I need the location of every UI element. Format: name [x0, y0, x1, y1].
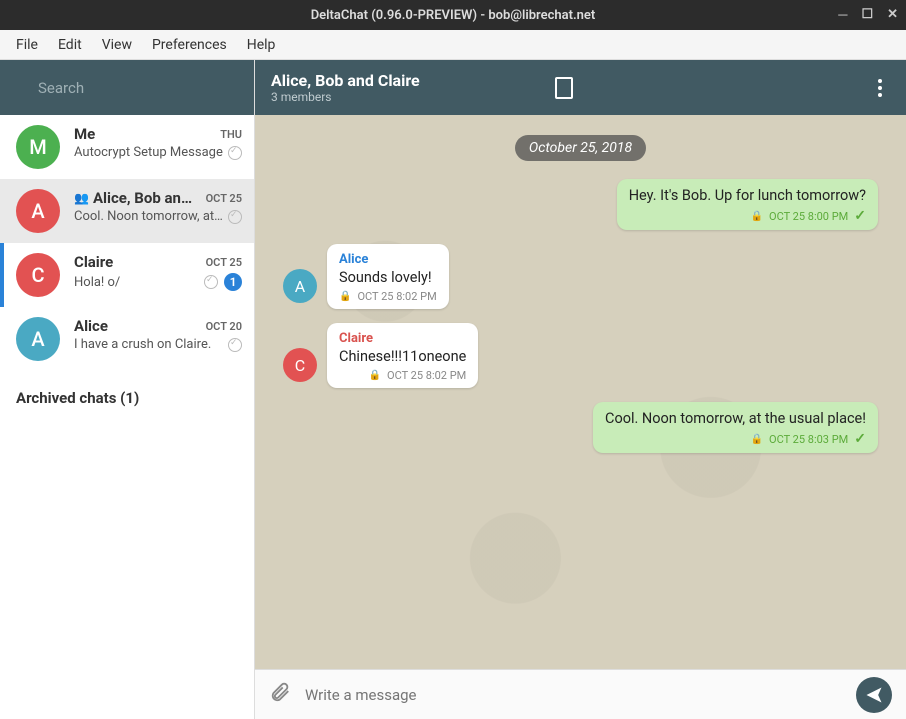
avatar: A — [16, 189, 60, 233]
message-bubble[interactable]: Hey. It's Bob. Up for lunch tomorrow? 🔒O… — [617, 179, 878, 230]
lock-icon: 🔒 — [369, 370, 381, 381]
window-controls: ─ ☐ ✕ — [838, 7, 898, 23]
group-icon: 👥 — [74, 191, 89, 205]
chat-item-me[interactable]: M Me THU Autocrypt Setup Message — [0, 115, 254, 179]
lock-icon: 🔒 — [339, 291, 351, 302]
chat-date: OCT 25 — [206, 192, 242, 205]
search-row — [0, 60, 254, 115]
chat-title: Alice, Bob and Claire — [271, 71, 541, 90]
minimize-button[interactable]: ─ — [838, 7, 847, 23]
message-sender: Claire — [339, 331, 466, 346]
check-icon: ✓ — [854, 208, 866, 224]
menu-help[interactable]: Help — [239, 35, 284, 55]
content: M Me THU Autocrypt Setup Message A — [0, 60, 906, 719]
message-text: Cool. Noon tomorrow, at the usual place! — [605, 410, 866, 427]
avatar: M — [16, 125, 60, 169]
chat-preview: Cool. Noon tomorrow, at… — [74, 209, 228, 224]
chat-item-alice[interactable]: A Alice OCT 20 I have a crush on Claire. — [0, 307, 254, 371]
chat-list: M Me THU Autocrypt Setup Message A — [0, 115, 254, 719]
date-separator: October 25, 2018 — [515, 135, 646, 161]
chat-date: THU — [220, 128, 242, 141]
send-button[interactable] — [856, 677, 892, 713]
delivered-icon — [204, 275, 218, 289]
document-icon[interactable] — [555, 77, 573, 99]
menu-edit[interactable]: Edit — [50, 35, 90, 55]
message-bubble[interactable]: Cool. Noon tomorrow, at the usual place!… — [593, 402, 878, 453]
delivered-icon — [228, 210, 242, 224]
lock-icon: 🔒 — [751, 211, 763, 222]
chat-preview: Hola! o/ — [74, 275, 204, 290]
chat-item-claire[interactable]: C Claire OCT 25 Hola! o/ 1 — [0, 243, 254, 307]
message-text: Sounds lovely! — [339, 269, 437, 286]
chat-subtitle: 3 members — [271, 90, 541, 104]
message-meta: 🔒OCT 25 8:00 PM✓ — [629, 208, 866, 224]
app-window: DeltaChat (0.96.0-PREVIEW) - bob@librech… — [0, 0, 906, 719]
sidebar: M Me THU Autocrypt Setup Message A — [0, 60, 255, 719]
message-bubble[interactable]: Alice Sounds lovely! 🔒OCT 25 8:02 PM — [327, 244, 449, 309]
menu-file[interactable]: File — [8, 35, 46, 55]
message-text: Hey. It's Bob. Up for lunch tomorrow? — [629, 187, 866, 204]
chat-name: Claire — [74, 253, 113, 271]
message-sender: Alice — [339, 252, 437, 267]
check-icon: ✓ — [854, 431, 866, 447]
chat-name: Me — [74, 125, 95, 143]
main-panel: Alice, Bob and Claire 3 members October … — [255, 60, 906, 719]
search-input[interactable] — [38, 79, 237, 97]
message-text: Chinese!!!11oneone — [339, 348, 466, 365]
more-menu-button[interactable] — [870, 71, 890, 105]
delivered-icon — [228, 146, 242, 160]
messages-area[interactable]: October 25, 2018 Hey. It's Bob. Up for l… — [255, 115, 906, 669]
menubar: File Edit View Preferences Help — [0, 30, 906, 60]
chat-date: OCT 25 — [206, 256, 242, 269]
chat-preview: Autocrypt Setup Message — [74, 145, 228, 160]
chat-name: 👥Alice, Bob an… — [74, 189, 192, 207]
message-meta: 🔒OCT 25 8:03 PM✓ — [605, 431, 866, 447]
composer — [255, 669, 906, 719]
chat-date: OCT 20 — [206, 320, 242, 333]
message-meta: 🔒OCT 25 8:02 PM — [339, 290, 437, 303]
menu-view[interactable]: View — [94, 35, 140, 55]
window-title: DeltaChat (0.96.0-PREVIEW) - bob@librech… — [311, 8, 596, 23]
titlebar: DeltaChat (0.96.0-PREVIEW) - bob@librech… — [0, 0, 906, 30]
close-button[interactable]: ✕ — [887, 7, 898, 23]
message-bubble[interactable]: Claire Chinese!!!11oneone 🔒OCT 25 8:02 P… — [327, 323, 478, 388]
chat-preview: I have a crush on Claire. — [74, 337, 228, 352]
avatar: C — [283, 348, 317, 382]
message-outgoing: Hey. It's Bob. Up for lunch tomorrow? 🔒O… — [283, 179, 878, 230]
chat-item-group[interactable]: A 👥Alice, Bob an… OCT 25 Cool. Noon tomo… — [0, 179, 254, 243]
message-incoming: C Claire Chinese!!!11oneone 🔒OCT 25 8:02… — [283, 323, 878, 388]
message-outgoing: Cool. Noon tomorrow, at the usual place!… — [283, 402, 878, 453]
avatar: A — [283, 269, 317, 303]
unread-badge: 1 — [224, 273, 242, 291]
message-incoming: A Alice Sounds lovely! 🔒OCT 25 8:02 PM — [283, 244, 878, 309]
delivered-icon — [228, 338, 242, 352]
chat-header: Alice, Bob and Claire 3 members — [255, 60, 906, 115]
message-meta: 🔒OCT 25 8:02 PM — [339, 369, 466, 382]
attach-button[interactable] — [269, 681, 291, 708]
lock-icon: 🔒 — [751, 434, 763, 445]
message-input[interactable] — [305, 686, 842, 704]
send-icon — [864, 685, 884, 705]
maximize-button[interactable]: ☐ — [861, 7, 873, 23]
avatar: A — [16, 317, 60, 361]
archived-chats[interactable]: Archived chats (1) — [0, 371, 254, 425]
chat-name: Alice — [74, 317, 108, 335]
avatar: C — [16, 253, 60, 297]
menu-preferences[interactable]: Preferences — [144, 35, 235, 55]
